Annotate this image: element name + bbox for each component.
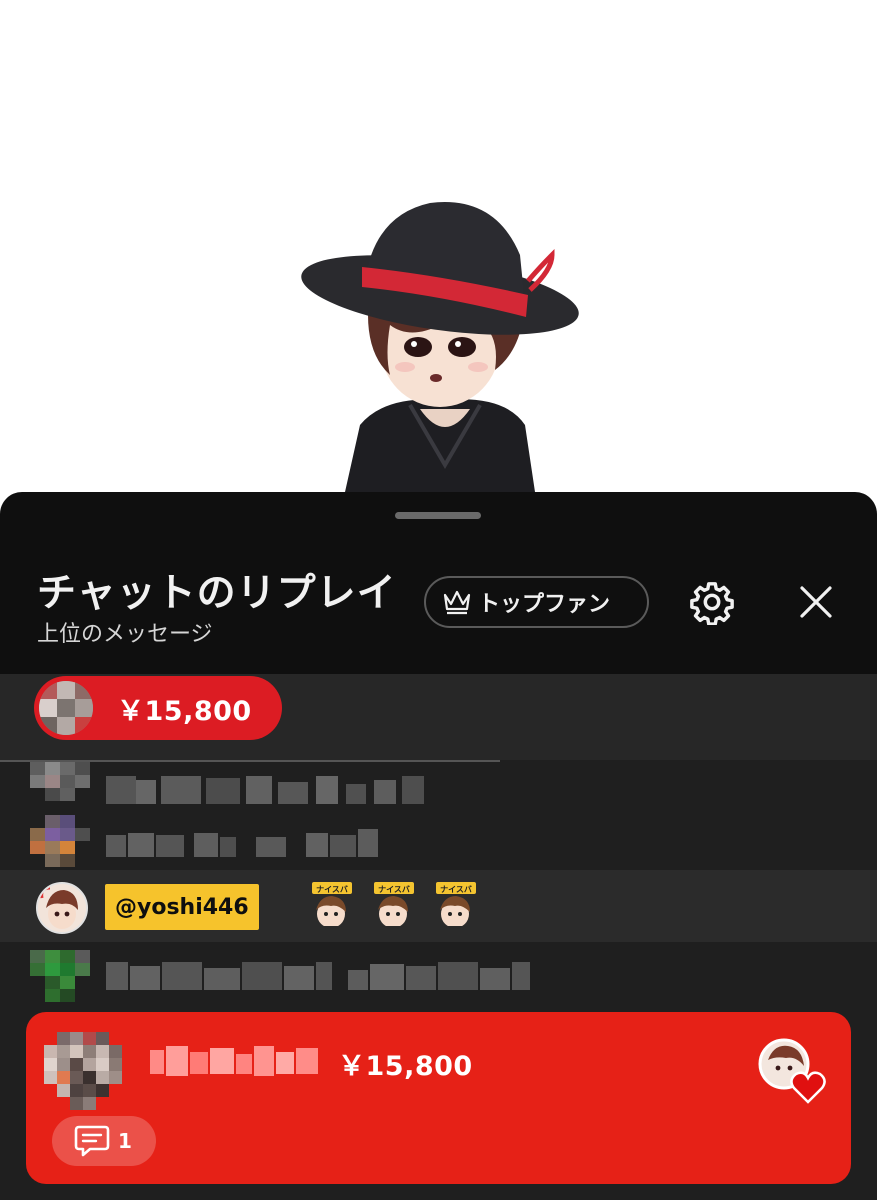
close-button[interactable]	[790, 576, 842, 628]
chat-replay-panel: チャットのリプレイ 上位のメッセージ トップファン ￥15,800 @yoshi…	[0, 492, 877, 1200]
gear-icon	[690, 582, 734, 625]
video-player[interactable]	[0, 0, 877, 492]
settings-button[interactable]	[686, 576, 738, 628]
redacted-message	[106, 829, 378, 857]
redacted-username	[150, 1046, 318, 1076]
top-fan-button[interactable]: トップファン	[424, 576, 649, 628]
sticker-emoji: ナイスバ	[374, 882, 414, 929]
crown-icon	[443, 590, 471, 615]
top-fan-label: トップファン	[478, 592, 611, 617]
redacted-message	[106, 962, 530, 990]
reply-count: 1	[118, 1129, 132, 1153]
chat-message[interactable]	[0, 942, 877, 1008]
chat-message[interactable]	[0, 760, 877, 815]
mention-handle[interactable]: @yoshi446	[105, 884, 259, 930]
super-chat-amount: ￥15,800	[338, 1051, 473, 1082]
sticker-label: ナイスバ	[316, 885, 348, 894]
user-avatar	[44, 1032, 122, 1110]
ticker-item[interactable]: ￥15,800	[34, 676, 282, 740]
comment-icon	[74, 1125, 110, 1157]
user-avatar	[36, 882, 88, 934]
close-icon	[800, 586, 832, 618]
sticker-emoji: ナイスバ	[312, 882, 352, 929]
drag-handle[interactable]	[395, 512, 481, 519]
user-avatar	[30, 815, 90, 867]
super-chat-card[interactable]: ￥15,800 1	[26, 1012, 851, 1184]
ticker-avatar	[39, 681, 93, 735]
heart-icon	[790, 1071, 826, 1104]
chat-message[interactable]	[0, 815, 877, 870]
chat-message-list: @yoshi446 ナイスバ ナイスバ ナイスバ ￥15,800 1	[0, 760, 877, 1200]
reply-button[interactable]: 1	[52, 1116, 156, 1166]
creator-heart-badge	[758, 1038, 826, 1104]
ticker-amount: ￥15,800	[117, 695, 252, 727]
redacted-message	[106, 776, 424, 804]
vtuber-avatar-image	[301, 202, 579, 492]
user-avatar	[30, 950, 90, 1002]
sticker-label: ナイスバ	[378, 885, 410, 894]
chat-message-mention[interactable]: @yoshi446 ナイスバ ナイスバ ナイスバ	[0, 870, 877, 942]
chat-filter-label[interactable]: 上位のメッセージ	[37, 616, 213, 648]
sticker-label: ナイスバ	[440, 885, 472, 894]
panel-title: チャットのリプレイ	[37, 571, 397, 616]
sticker-emoji: ナイスバ	[436, 882, 476, 929]
chat-header: チャットのリプレイ 上位のメッセージ トップファン	[0, 546, 877, 674]
super-chat-ticker: ￥15,800	[0, 674, 877, 760]
user-avatar	[30, 762, 90, 801]
